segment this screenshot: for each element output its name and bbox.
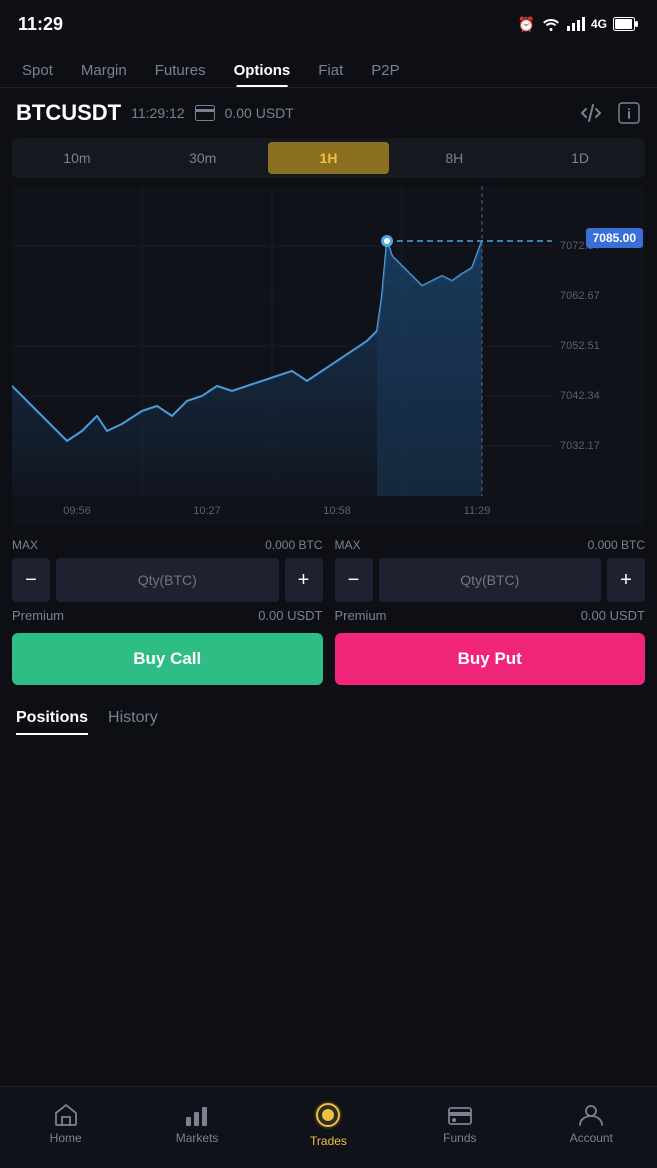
svg-text:11:29: 11:29: [464, 505, 491, 517]
account-icon: [578, 1103, 604, 1127]
nav-tabs: Spot Margin Futures Options Fiat P2P: [0, 44, 657, 88]
status-icons: ⏰ 4G: [518, 16, 639, 33]
nav-home[interactable]: Home: [36, 1103, 96, 1145]
call-premium-value: 0.00 USDT: [258, 608, 322, 623]
tab-spot[interactable]: Spot: [8, 54, 67, 87]
put-increase-btn[interactable]: +: [607, 558, 645, 602]
put-max-row: MAX 0.000 BTC: [335, 538, 646, 552]
positions-section: Positions History: [0, 693, 657, 735]
svg-text:10:27: 10:27: [193, 505, 221, 517]
put-side: MAX 0.000 BTC − + Premium 0.00 USDT Buy …: [335, 538, 646, 685]
call-premium-row: Premium 0.00 USDT: [12, 608, 323, 623]
call-side: MAX 0.000 BTC − + Premium 0.00 USDT Buy …: [12, 538, 323, 685]
signal-icon: [567, 17, 585, 31]
wifi-icon: [541, 17, 561, 31]
put-max-amount: 0.000 BTC: [588, 538, 645, 552]
tab-futures[interactable]: Futures: [141, 54, 220, 87]
period-1d[interactable]: 1D: [519, 142, 641, 174]
nav-account[interactable]: Account: [561, 1103, 621, 1145]
put-qty-row: − +: [335, 558, 646, 602]
pair-name: BTCUSDT: [16, 100, 121, 126]
card-icon: [195, 105, 215, 121]
call-max-row: MAX 0.000 BTC: [12, 538, 323, 552]
put-premium-value: 0.00 USDT: [581, 608, 645, 623]
put-decrease-btn[interactable]: −: [335, 558, 373, 602]
status-bar: 11:29 ⏰ 4G: [0, 0, 657, 44]
alarm-icon: ⏰: [518, 16, 535, 33]
tab-options[interactable]: Options: [220, 54, 305, 87]
header-right-icons: [579, 101, 641, 125]
time-display: 11:29: [18, 14, 63, 35]
tab-margin[interactable]: Margin: [67, 54, 141, 87]
nav-home-label: Home: [50, 1131, 82, 1145]
nav-trades[interactable]: Trades: [298, 1100, 358, 1148]
period-8h[interactable]: 8H: [393, 142, 515, 174]
buy-call-button[interactable]: Buy Call: [12, 633, 323, 685]
svg-text:7032.17: 7032.17: [560, 440, 600, 452]
put-premium-row: Premium 0.00 USDT: [335, 608, 646, 623]
nav-trades-label: Trades: [310, 1134, 347, 1148]
transfer-icon[interactable]: [579, 101, 603, 125]
svg-text:7052.51: 7052.51: [560, 340, 600, 352]
period-10m[interactable]: 10m: [16, 142, 138, 174]
nav-funds[interactable]: Funds: [430, 1103, 490, 1145]
svg-text:10:58: 10:58: [323, 505, 351, 517]
call-decrease-btn[interactable]: −: [12, 558, 50, 602]
put-qty-input[interactable]: [379, 558, 602, 602]
home-icon: [53, 1103, 79, 1127]
positions-tabs: Positions History: [16, 709, 641, 735]
svg-text:09:56: 09:56: [63, 505, 91, 517]
put-premium-label: Premium: [335, 608, 387, 623]
nav-markets-label: Markets: [176, 1131, 219, 1145]
nav-markets[interactable]: Markets: [167, 1103, 227, 1145]
tab-fiat[interactable]: Fiat: [304, 54, 357, 87]
call-qty-row: − +: [12, 558, 323, 602]
battery-icon: [613, 17, 639, 31]
chart-area: 09:56 10:27 10:58 11:29 7072.84 7062.67 …: [12, 186, 645, 526]
call-qty-input[interactable]: [56, 558, 279, 602]
period-tabs: 10m 30m 1H 8H 1D: [12, 138, 645, 178]
bottom-nav: Home Markets Trades Funds A: [0, 1086, 657, 1168]
nav-funds-label: Funds: [443, 1131, 476, 1145]
nav-account-label: Account: [570, 1131, 613, 1145]
usdt-amount: 0.00 USDT: [225, 105, 294, 121]
info-icon[interactable]: [617, 101, 641, 125]
history-tab[interactable]: History: [108, 709, 158, 735]
call-max-amount: 0.000 BTC: [265, 538, 322, 552]
svg-text:7062.67: 7062.67: [560, 290, 600, 302]
funds-icon: [447, 1103, 473, 1127]
call-premium-label: Premium: [12, 608, 64, 623]
tab-p2p[interactable]: P2P: [357, 54, 413, 87]
period-1h[interactable]: 1H: [268, 142, 390, 174]
header-row: BTCUSDT 11:29:12 0.00 USDT: [0, 88, 657, 138]
svg-text:7042.34: 7042.34: [560, 390, 600, 402]
put-max-label: MAX: [335, 538, 361, 552]
markets-icon: [184, 1103, 210, 1127]
period-30m[interactable]: 30m: [142, 142, 264, 174]
call-increase-btn[interactable]: +: [285, 558, 323, 602]
buy-put-button[interactable]: Buy Put: [335, 633, 646, 685]
header-time: 11:29:12: [131, 105, 184, 121]
trading-section: MAX 0.000 BTC − + Premium 0.00 USDT Buy …: [0, 526, 657, 693]
trades-icon: [313, 1100, 343, 1130]
current-price-badge: 7085.00: [586, 228, 643, 248]
call-max-label: MAX: [12, 538, 38, 552]
positions-tab[interactable]: Positions: [16, 709, 88, 735]
4g-label: 4G: [591, 17, 607, 31]
